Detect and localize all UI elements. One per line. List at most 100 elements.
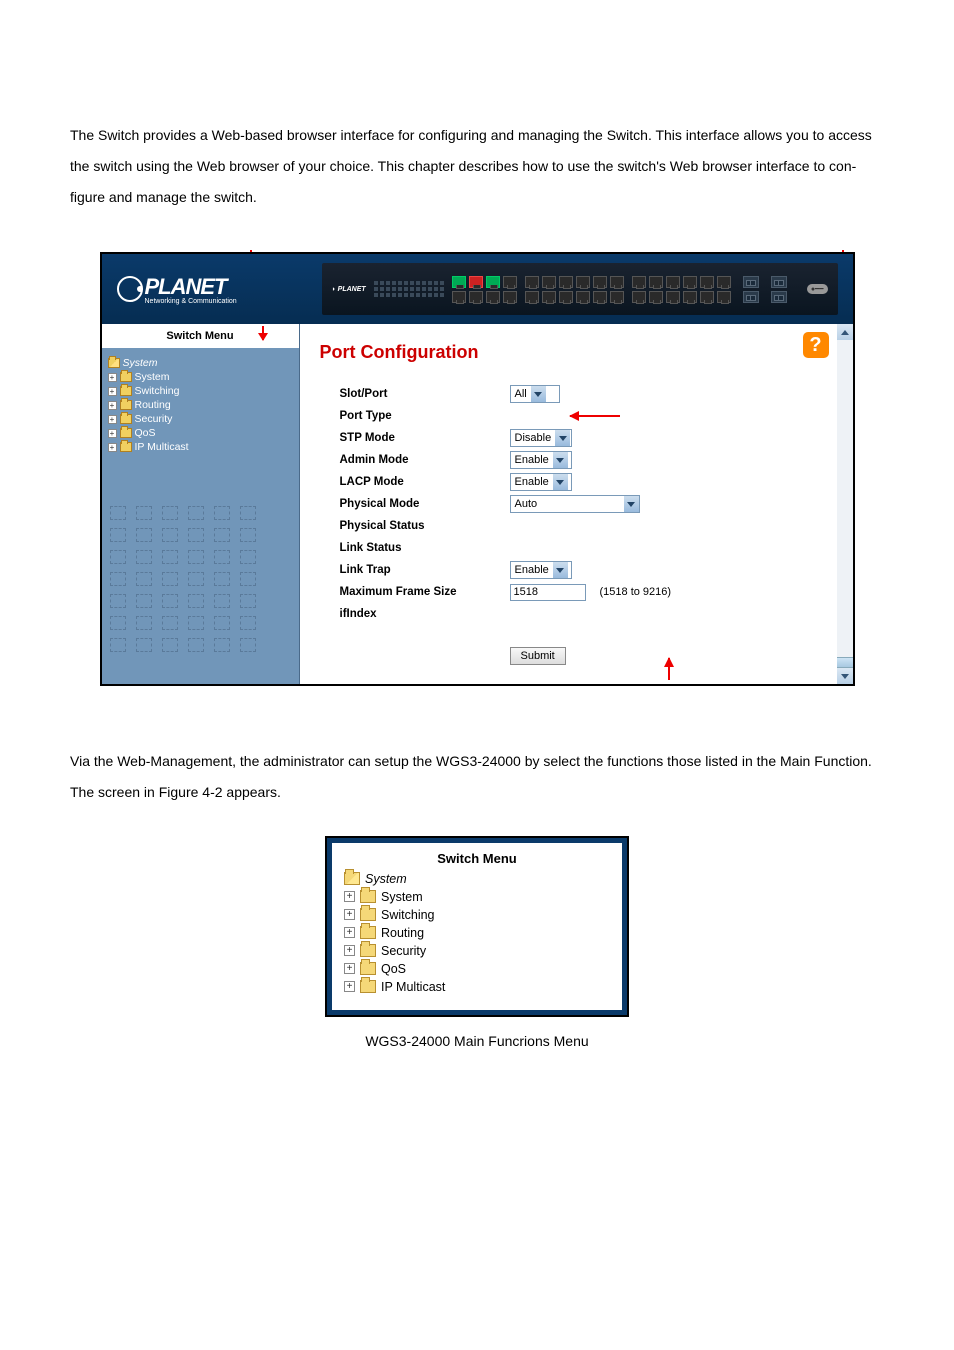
sfp-slots-1 — [743, 276, 759, 303]
sidebar-decorative-pattern — [102, 462, 299, 656]
dropdown-stp-mode[interactable]: Disable — [510, 429, 572, 447]
expand-icon[interactable]: + — [344, 909, 355, 920]
label-port-type: Port Type — [340, 410, 510, 422]
label-link-status: Link Status — [340, 542, 510, 554]
figure-caption: WGS3-24000 Main Funcrions Menu — [0, 1027, 954, 1089]
intro-paragraph: The Switch provides a Web-based browser … — [0, 0, 954, 242]
menu-item-system[interactable]: + System — [350, 888, 614, 906]
scroll-up-button[interactable] — [837, 324, 853, 340]
expand-icon[interactable]: + — [344, 963, 355, 974]
menu-item-switching[interactable]: + Switching — [350, 906, 614, 924]
sidebar-root-system[interactable]: System — [108, 356, 293, 370]
sidebar-item-security[interactable]: + Security — [108, 412, 293, 426]
folder-icon — [360, 908, 376, 921]
menu-title: Switch Menu — [332, 843, 622, 868]
logo-orbit-icon — [117, 276, 143, 302]
label-physical-mode: Physical Mode — [340, 498, 510, 510]
power-indicator: ●━━ — [807, 284, 828, 294]
sidebar-item-switching[interactable]: + Switching — [108, 384, 293, 398]
sfp-slots-2 — [771, 276, 787, 303]
scrollbar-track[interactable] — [837, 340, 853, 657]
chevron-down-icon — [624, 496, 639, 512]
folder-icon — [120, 414, 132, 424]
dropdown-lacp-mode[interactable]: Enable — [510, 473, 572, 491]
chevron-down-icon — [553, 452, 568, 468]
logo-tagline: Networking & Communication — [145, 298, 237, 305]
menu-item-security[interactable]: + Security — [350, 942, 614, 960]
sidebar-title: Switch Menu — [102, 324, 299, 348]
page-title: Port Configuration — [320, 342, 817, 363]
led-matrix — [374, 281, 444, 297]
menu-item-ipmulticast[interactable]: + IP Multicast — [350, 978, 614, 996]
port-group-2 — [525, 276, 624, 303]
label-max-frame: Maximum Frame Size — [340, 586, 510, 598]
scrollbar[interactable] — [837, 324, 853, 684]
label-admin-mode: Admin Mode — [340, 454, 510, 466]
expand-icon[interactable]: + — [108, 429, 117, 438]
folder-icon — [360, 980, 376, 993]
folder-open-icon — [344, 872, 360, 885]
sidebar-item-ipmulticast[interactable]: + IP Multicast — [108, 440, 293, 454]
chevron-down-icon — [555, 430, 570, 446]
help-icon[interactable]: ? — [803, 332, 829, 358]
label-stp-mode: STP Mode — [340, 432, 510, 444]
scrollbar-grip[interactable] — [837, 657, 853, 668]
annotation-arrow-submit — [668, 658, 670, 680]
expand-icon[interactable]: + — [344, 891, 355, 902]
device-panel: ◗ PLANET — [322, 263, 838, 315]
input-max-frame[interactable] — [510, 584, 586, 601]
dropdown-slot-port[interactable]: All — [510, 385, 560, 403]
sidebar: Switch Menu System + System + — [102, 324, 300, 684]
sidebar-item-qos[interactable]: + QoS — [108, 426, 293, 440]
folder-icon — [120, 400, 132, 410]
chevron-down-icon — [531, 386, 546, 402]
expand-icon[interactable]: + — [344, 945, 355, 956]
screenshot-menu: Switch Menu System + System + Switching … — [325, 836, 629, 1017]
expand-icon[interactable]: + — [108, 415, 117, 424]
folder-icon — [360, 944, 376, 957]
folder-icon — [360, 890, 376, 903]
sidebar-item-system[interactable]: + System — [108, 370, 293, 384]
chevron-down-icon — [553, 562, 568, 578]
annotation-arrow-menu — [262, 326, 264, 340]
menu-root-system[interactable]: System — [344, 870, 614, 888]
sidebar-item-routing[interactable]: + Routing — [108, 398, 293, 412]
submit-button[interactable]: Submit — [510, 647, 566, 665]
panel-logo: ◗ PLANET — [332, 286, 366, 293]
device-header: PLANET Networking & Communication ◗ PLAN… — [102, 254, 853, 324]
expand-icon[interactable]: + — [108, 443, 117, 452]
folder-icon — [120, 386, 132, 396]
scroll-down-button[interactable] — [837, 668, 853, 684]
dropdown-admin-mode[interactable]: Enable — [510, 451, 572, 469]
expand-icon[interactable]: + — [344, 927, 355, 938]
menu-item-qos[interactable]: + QoS — [350, 960, 614, 978]
folder-icon — [120, 442, 132, 452]
content-area: ? Port Configuration Slot/Port All Port … — [300, 324, 837, 684]
label-link-trap: Link Trap — [340, 564, 510, 576]
folder-icon — [120, 372, 132, 382]
folder-icon — [360, 962, 376, 975]
expand-icon[interactable]: + — [108, 373, 117, 382]
folder-icon — [360, 926, 376, 939]
logo: PLANET Networking & Communication — [117, 274, 292, 305]
dropdown-physical-mode[interactable]: Auto — [510, 495, 640, 513]
folder-open-icon — [108, 358, 120, 368]
expand-icon[interactable]: + — [344, 981, 355, 992]
screenshot-main: PLANET Networking & Communication ◗ PLAN… — [100, 252, 855, 686]
label-ifindex: ifIndex — [340, 608, 510, 620]
chevron-down-icon — [553, 474, 568, 490]
label-lacp-mode: LACP Mode — [340, 476, 510, 488]
label-physical-status: Physical Status — [340, 520, 510, 532]
logo-text: PLANET — [145, 274, 237, 300]
port-group-3 — [632, 276, 731, 303]
range-hint: (1518 to 9216) — [600, 586, 672, 598]
folder-icon — [120, 428, 132, 438]
label-slot-port: Slot/Port — [340, 388, 510, 400]
expand-icon[interactable]: + — [108, 387, 117, 396]
annotation-arrow-porttype — [570, 415, 620, 417]
menu-item-routing[interactable]: + Routing — [350, 924, 614, 942]
mid-paragraph: Via the Web-Management, the administrato… — [0, 726, 954, 828]
dropdown-link-trap[interactable]: Enable — [510, 561, 572, 579]
port-group-1 — [452, 276, 517, 303]
expand-icon[interactable]: + — [108, 401, 117, 410]
